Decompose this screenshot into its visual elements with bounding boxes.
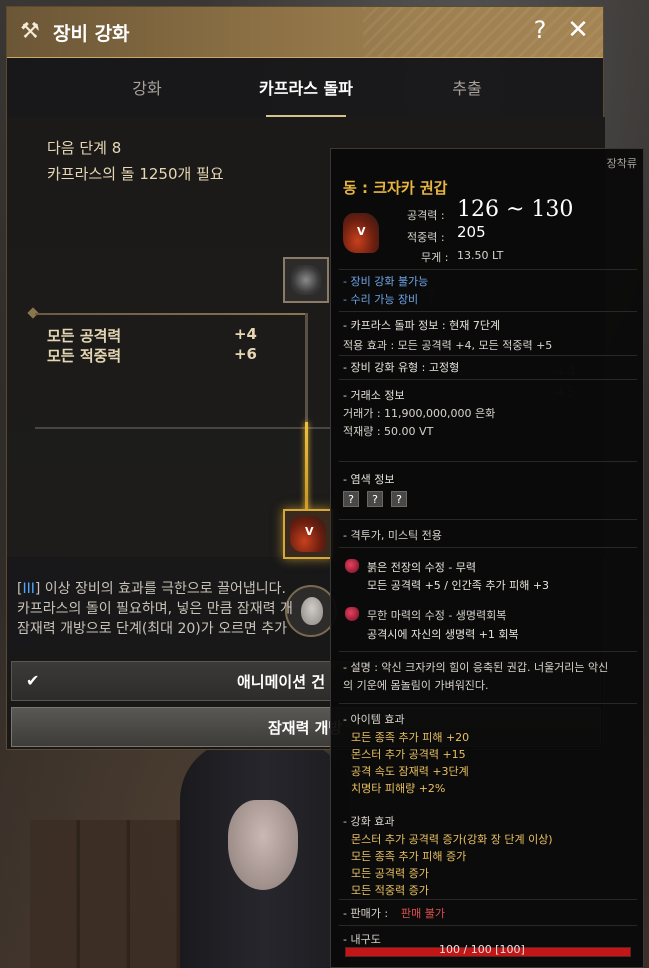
separator <box>339 461 637 462</box>
level-track-horizontal <box>35 427 335 429</box>
tab-extract[interactable]: 추출 <box>387 75 547 99</box>
item-effect-title: - 아이템 효과 <box>343 713 405 726</box>
item-effect: 공격 속도 잠재력 +3단계 <box>351 765 469 778</box>
title-bar[interactable]: ⚒ 장비 강화 ? ✕ <box>7 7 603 58</box>
description-text: ] 이상 장비의 효과를 극한으로 끌어냅니다. <box>34 581 286 597</box>
stat-label: 모든 적중력 <box>47 347 122 365</box>
separator <box>339 703 637 704</box>
enhance-effect: 몬스터 추가 공격력 증가(강화 장 단계 이상) <box>351 833 553 846</box>
item-lore: - 설명 : 악신 크자카의 힘이 응축된 권갑. 너울거리는 악신 <box>343 661 609 674</box>
stat-value: +4 <box>233 325 257 343</box>
attack-value: 126 ~ 130 <box>457 197 574 222</box>
enhance-effect: 모든 종족 추가 피해 증가 <box>351 850 467 863</box>
close-button[interactable]: ✕ <box>565 15 591 45</box>
enhance-effect: 모든 공격력 증가 <box>351 867 429 880</box>
equip-type: 장착류 <box>606 157 637 170</box>
gauntlet-icon <box>291 265 321 295</box>
market-title: - 거래소 정보 <box>343 389 405 402</box>
previous-item-slot[interactable] <box>283 257 329 303</box>
separator <box>339 269 637 270</box>
item-effect: 모든 종족 추가 피해 +20 <box>351 731 470 744</box>
class-restriction: - 격투가, 미스틱 전용 <box>343 529 442 542</box>
next-step-label: 다음 단계 8 <box>47 139 122 157</box>
dye-slot: ? <box>367 491 383 507</box>
enhance-effect-title: - 강화 효과 <box>343 815 395 828</box>
durability-label: - 내구도 <box>343 933 381 946</box>
item-effect: 몬스터 추가 공격력 +15 <box>351 748 466 761</box>
weight-value: 13.50 LT <box>457 249 504 262</box>
checkmark-icon[interactable]: ✔ <box>26 672 44 690</box>
crystal-name: 무한 마력의 수정 - 생명력회복 <box>367 609 507 622</box>
animation-label: 애니메이션 건 <box>237 673 326 691</box>
stat-row-attack: 모든 공격력 +4 <box>47 325 257 346</box>
separator <box>339 651 637 652</box>
stats-divider <box>35 313 305 315</box>
crystal-effect: 공격시에 자신의 생명력 +1 회복 <box>367 628 519 641</box>
separator <box>339 311 637 312</box>
stone-requirement: 카프라스의 돌 1250개 필요 <box>47 165 224 183</box>
background-door <box>30 820 180 968</box>
durability-text: 100 / 100 [100] <box>439 943 525 956</box>
separator <box>339 547 637 548</box>
enhance-level-mark: V <box>305 525 314 538</box>
item-lore: 의 기운에 몸놀림이 가벼워진다. <box>343 679 489 692</box>
dye-slot: ? <box>391 491 407 507</box>
item-name: 동 : 크자카 권갑 <box>343 179 448 197</box>
crystal-name: 붉은 전장의 수정 - 무력 <box>367 561 477 574</box>
attack-label: 공격력 : <box>407 209 445 222</box>
sell-label: - 판매가 : <box>343 907 389 920</box>
caphras-info: - 카프라스 돌파 정보 : 현재 7단계 <box>343 319 501 332</box>
stat-value: +6 <box>233 345 257 363</box>
dye-slot: ? <box>343 491 359 507</box>
character-hand <box>228 800 298 890</box>
repair-available: - 수리 가능 장비 <box>343 293 419 306</box>
accuracy-label: 적중력 : <box>407 231 445 244</box>
crystal-icon <box>345 559 359 573</box>
enhance-level-mark: V <box>357 225 366 238</box>
window-title: 장비 강화 <box>53 23 130 45</box>
item-effect: 치명타 피해량 +2% <box>351 782 446 795</box>
tab-enhance[interactable]: 강화 <box>67 75 227 99</box>
market-price: 거래가 : 11,900,000,000 은화 <box>343 407 496 420</box>
target-item-slot[interactable]: V <box>283 509 333 559</box>
separator <box>339 355 637 356</box>
stat-row-accuracy: 모든 적중력 +6 <box>47 345 257 366</box>
sell-value: 판매 불가 <box>401 907 445 920</box>
separator <box>339 899 637 900</box>
tier-highlight: III <box>22 581 35 597</box>
enhance-unavailable: - 장비 강화 불가능 <box>343 275 429 288</box>
tab-bar: 강화 카프라스 돌파 추출 <box>7 65 605 118</box>
dye-title: - 염색 정보 <box>343 473 395 486</box>
market-stock: 적재량 : 50.00 VT <box>343 425 434 438</box>
crystal-effect: 모든 공격력 +5 / 인간족 추가 피해 +3 <box>367 579 550 592</box>
separator <box>339 519 637 520</box>
level-track-progress <box>305 422 308 512</box>
hammer-icon: ⚒ <box>20 19 40 44</box>
accuracy-value: 205 <box>457 223 486 241</box>
weight-label: 무게 : <box>421 251 449 264</box>
item-tooltip: 장착류 동 : 크자카 권갑 V 공격력 : 126 ~ 130 적중력 : 2… <box>330 148 644 968</box>
crystal-icon <box>345 607 359 621</box>
help-button[interactable]: ? <box>527 16 553 44</box>
item-icon: V <box>341 211 381 255</box>
separator <box>339 925 637 926</box>
enhance-effect: 모든 적중력 증가 <box>351 884 429 897</box>
stat-label: 모든 공격력 <box>47 327 122 345</box>
tab-caphras[interactable]: 카프라스 돌파 <box>226 75 386 99</box>
separator <box>339 379 637 380</box>
caphras-effect: 적용 효과 : 모든 공격력 +4, 모든 적중력 +5 <box>343 339 553 352</box>
enhance-type: - 장비 강화 유형 : 고정형 <box>343 361 460 374</box>
